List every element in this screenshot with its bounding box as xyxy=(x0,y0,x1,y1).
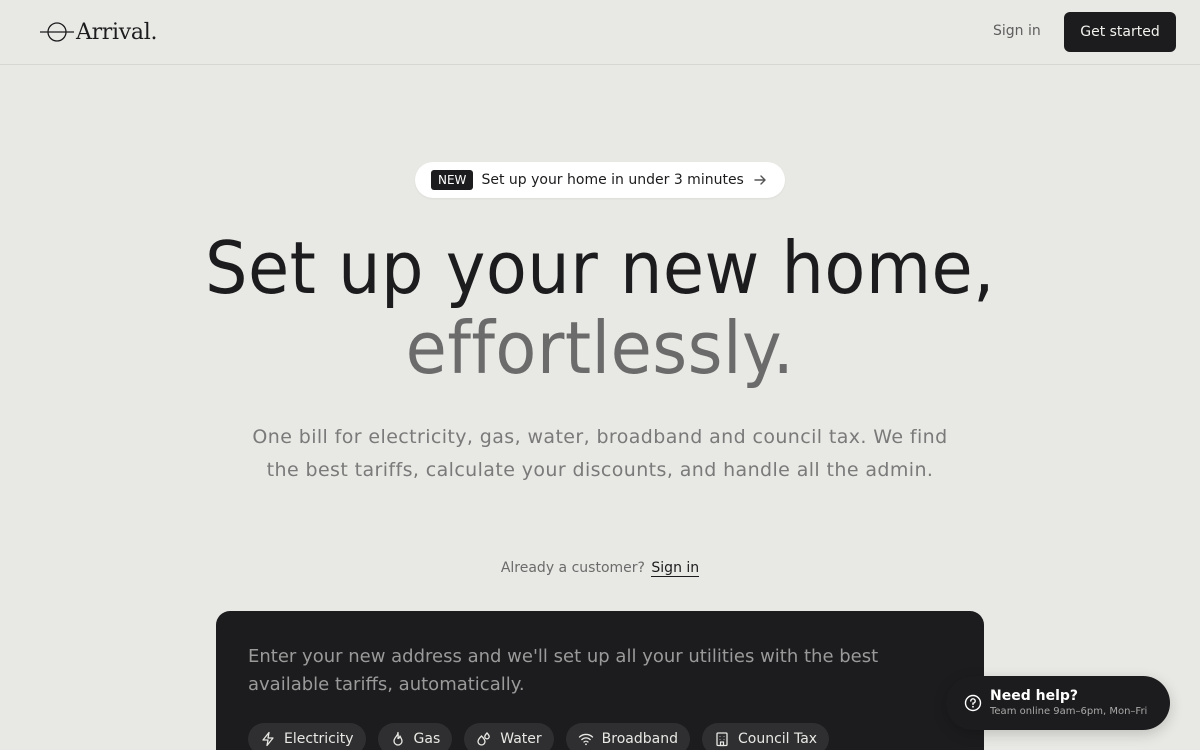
utility-chips: Electricity Gas Water Broadband Council … xyxy=(248,723,830,750)
chip-broadband[interactable]: Broadband xyxy=(565,723,690,750)
help-circle-icon xyxy=(964,694,982,712)
chip-label: Council Tax xyxy=(737,731,818,747)
chip-gas[interactable]: Gas xyxy=(377,723,453,750)
top-navigation: Arrival. Sign in Get started xyxy=(0,0,1200,65)
chip-electricity[interactable]: Electricity xyxy=(248,723,366,750)
hero-headline-line2: effortlessly. xyxy=(405,306,795,390)
logo[interactable]: Arrival. xyxy=(40,17,157,47)
already-customer-text: Already a customer? xyxy=(500,560,645,576)
logo-mark-icon xyxy=(40,22,74,42)
already-customer: Already a customer? Sign in xyxy=(0,560,1200,577)
logo-text: Arrival. xyxy=(76,19,158,45)
get-started-button[interactable]: Get started xyxy=(1064,12,1176,52)
help-widget[interactable]: Need help? Team online 9am–6pm, Mon–Fri xyxy=(946,676,1170,730)
sign-in-link-secondary[interactable]: Sign in xyxy=(651,560,700,577)
help-text: Need help? Team online 9am–6pm, Mon–Fri xyxy=(990,688,1147,718)
help-subtitle: Team online 9am–6pm, Mon–Fri xyxy=(990,706,1148,717)
announcement-pill[interactable]: NEW Set up your home in under 3 minutes xyxy=(415,162,785,198)
chip-label: Water xyxy=(500,731,542,747)
wifi-icon xyxy=(578,733,593,746)
droplets-icon xyxy=(477,732,491,746)
chip-label: Gas xyxy=(413,731,441,747)
lightning-icon xyxy=(262,731,274,747)
address-card-text: Enter your new address and we'll set up … xyxy=(248,646,879,695)
announcement-text: Set up your home in under 3 minutes xyxy=(481,172,744,188)
hero-subtitle: One bill for electricity, gas, water, br… xyxy=(252,426,948,481)
chip-label: Broadband xyxy=(601,731,678,747)
chip-water[interactable]: Water xyxy=(464,723,554,750)
chip-label: Electricity xyxy=(284,731,354,747)
sign-in-link[interactable]: Sign in xyxy=(993,23,1041,39)
hero-headline-line1: Set up your new home, xyxy=(205,226,995,310)
chip-council-tax[interactable]: Council Tax xyxy=(701,723,830,750)
arrow-right-icon xyxy=(753,173,767,187)
building-icon xyxy=(716,732,728,747)
address-card: Enter your new address and we'll set up … xyxy=(216,611,984,750)
help-title: Need help? xyxy=(990,688,1079,704)
hero-headline: Set up your new home, effortlessly. xyxy=(0,228,1200,388)
new-badge: NEW xyxy=(431,170,474,190)
flame-icon xyxy=(392,731,403,746)
